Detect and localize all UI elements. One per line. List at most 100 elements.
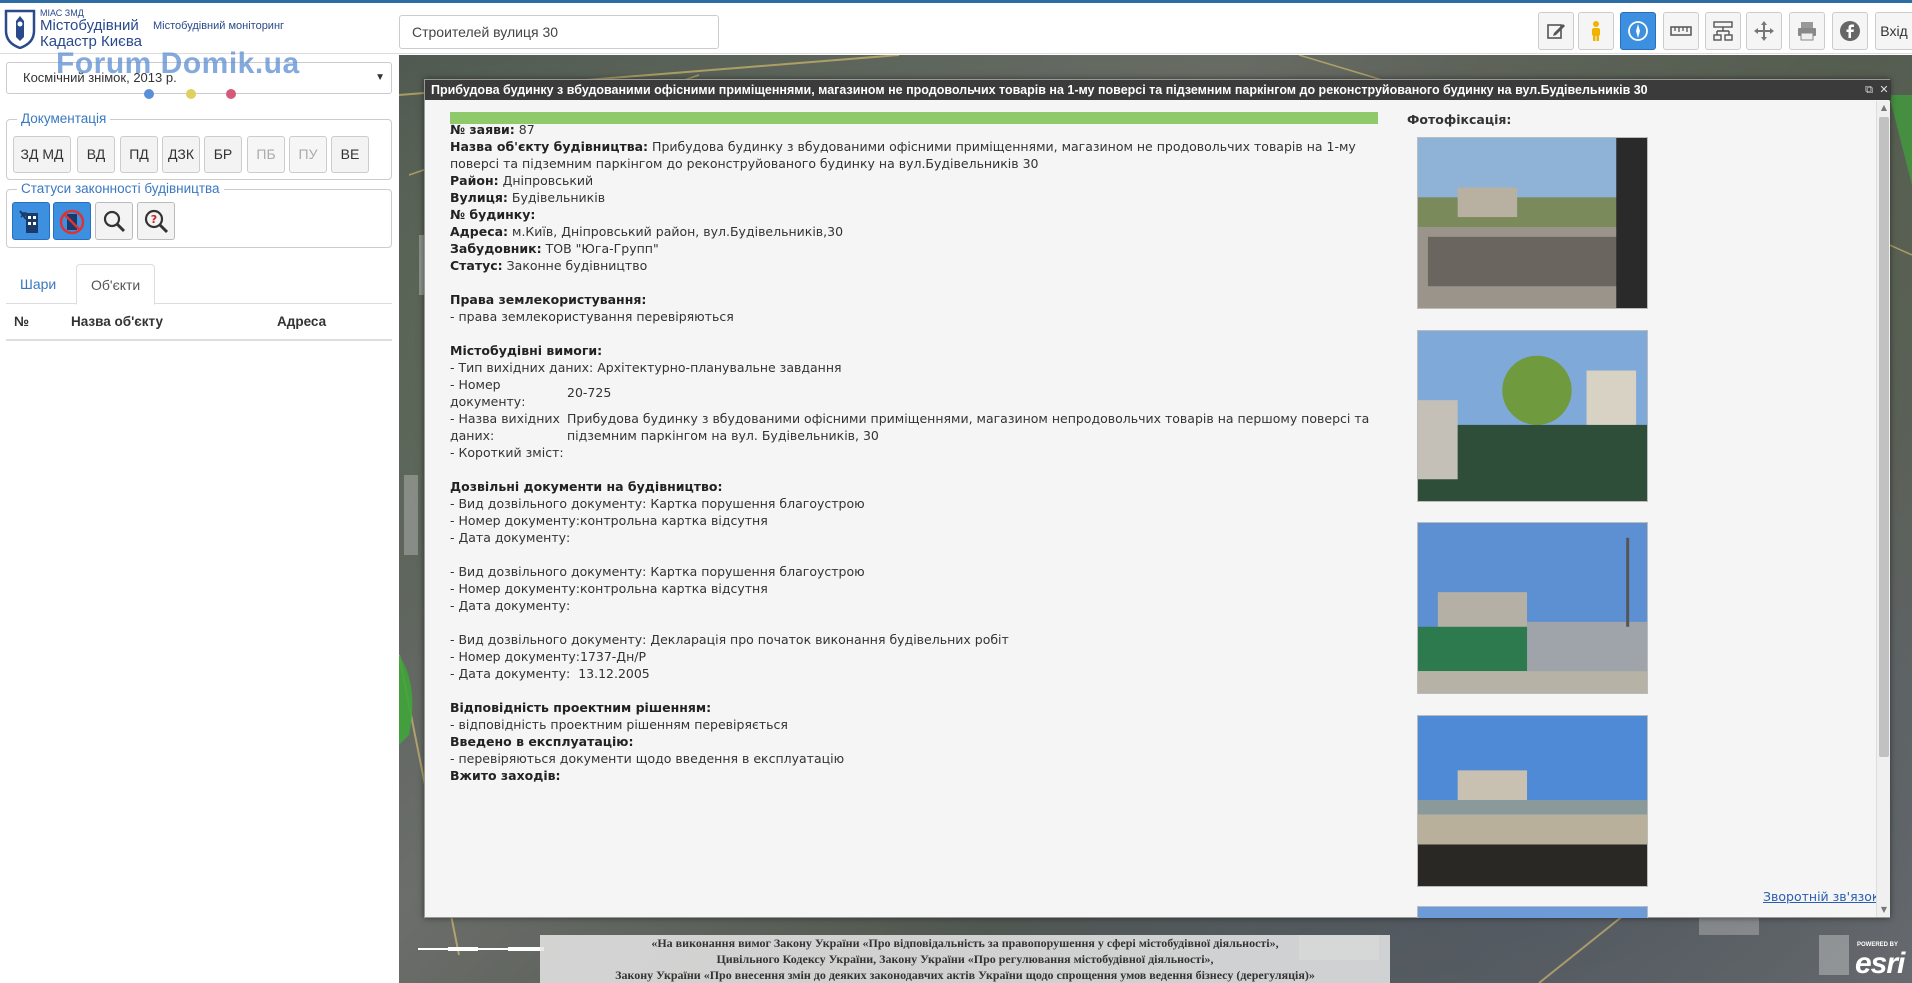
facebook-icon xyxy=(1840,21,1860,41)
district: Дніпровський xyxy=(502,173,594,188)
popup-scrollbar[interactable]: ▲ ▼ xyxy=(1876,101,1890,917)
building-no-label: № будинку: xyxy=(450,207,536,222)
photo-4-image xyxy=(1418,716,1647,886)
urban-req-summary-label: - Короткий зміст: xyxy=(450,445,564,460)
urban-req-docno: 20-725 xyxy=(567,385,612,400)
object-name-label: Назва об'єкту будівництва: xyxy=(450,139,649,154)
photo-3-image xyxy=(1418,523,1647,693)
brand-title-line1: Містобудівний xyxy=(40,17,139,34)
street-view-button[interactable] xyxy=(1578,12,1614,50)
tab-layers[interactable]: Шари xyxy=(6,264,70,305)
developer: ТОВ "Юга-Групп" xyxy=(545,241,659,256)
sidebar-tabs: Шари Об'єкти xyxy=(6,264,392,305)
street-label: Вулиця: xyxy=(450,190,508,205)
permit-2-type: - Вид дозвільного документу: Картка пору… xyxy=(450,564,865,579)
move-icon xyxy=(1754,21,1774,41)
commissioning-heading: Введено в експлуатацію: xyxy=(450,734,634,749)
measures-heading: Вжито заходів: xyxy=(450,768,561,783)
search-icon xyxy=(103,210,126,233)
doc-button-zd-md[interactable]: ЗД МД xyxy=(13,136,71,173)
esri-wordmark: esri xyxy=(1855,947,1905,980)
column-address[interactable]: Адреса xyxy=(277,314,326,329)
street: Будівельників xyxy=(511,190,606,205)
doc-button-pb[interactable]: ПБ xyxy=(247,136,285,173)
sidebar: Космічний знімок, 2013 р. ▼ Forum Domik.… xyxy=(0,47,399,983)
compliance-text: - відповідність проектним рішенням перев… xyxy=(450,717,788,732)
chevron-down-icon: ▼ xyxy=(375,72,385,83)
object-details: № заяви: 87 Назва об'єкту будівництва: П… xyxy=(450,121,1380,784)
commissioning-text: - перевіряються документи щодо введення … xyxy=(450,751,845,766)
header: МІАС ЗМД Містобудівний Кадастр Києва Міс… xyxy=(0,3,1912,54)
help-search-button[interactable]: ? xyxy=(137,202,175,240)
urban-req-type: - Тип вихідних даних: Архітектурно-плану… xyxy=(450,360,842,375)
compass-icon xyxy=(1628,21,1648,41)
edit-button[interactable] xyxy=(1538,12,1574,50)
doc-button-br[interactable]: БР xyxy=(204,136,242,173)
feedback-link[interactable]: Зворотній зв'язок xyxy=(1763,889,1879,904)
measure-button[interactable] xyxy=(1663,12,1699,50)
land-rights-text: - права землекористування перевіряються xyxy=(450,309,734,324)
developer-label: Забудовник: xyxy=(450,241,542,256)
scroll-down-icon[interactable]: ▼ xyxy=(1877,903,1891,917)
urban-requirements-heading: Містобудівні вимоги: xyxy=(450,343,603,358)
status: Законне будівництво xyxy=(506,258,648,273)
permit-3-date: - Дата документу: 13.12.2005 xyxy=(450,666,650,681)
tab-objects[interactable]: Об'єкти xyxy=(76,264,156,305)
objects-table-header: № Назва об'єкту Адреса xyxy=(6,304,392,341)
site-photo-2[interactable] xyxy=(1417,330,1648,502)
object-info-popup: Прибудова будинку з вбудованими офісними… xyxy=(424,79,1891,918)
doc-button-dzk[interactable]: ДЗК xyxy=(162,136,200,173)
popup-title: Прибудова будинку з вбудованими офісними… xyxy=(425,80,1891,100)
permit-2-date: - Дата документу: xyxy=(450,598,571,613)
esri-logo[interactable]: POWERED BY esri xyxy=(1855,942,1910,980)
documentation-legend: Документація xyxy=(17,111,111,126)
legal-notice: «На виконання вимог Закону України «Про … xyxy=(540,935,1390,983)
kyiv-coat-of-arms-logo[interactable] xyxy=(4,9,36,49)
address-label: Адреса: xyxy=(450,224,509,239)
layers-tree-button[interactable] xyxy=(1705,12,1741,50)
scroll-up-icon[interactable]: ▲ xyxy=(1877,101,1891,115)
permit-3-number: - Номер документу:1737-Дн/Р xyxy=(450,649,646,664)
permit-1-date: - Дата документу: xyxy=(450,530,571,545)
application-no: 87 xyxy=(518,122,535,137)
brand-subtitle: Містобудівний моніторинг xyxy=(153,20,285,32)
compliance-heading: Відповідність проектним рішенням: xyxy=(450,700,712,715)
illegal-building-icon xyxy=(59,209,85,235)
documentation-group: Документація ЗД МД ВД ПД ДЗК БР ПБ ПУ ВЕ xyxy=(6,111,392,180)
legal-buildings-toggle[interactable] xyxy=(12,202,50,240)
doc-button-pu[interactable]: ПУ xyxy=(289,136,327,173)
illegal-buildings-toggle[interactable] xyxy=(53,202,91,240)
permit-1-type: - Вид дозвільного документу: Картка пору… xyxy=(450,496,865,511)
urban-req-name-label: - Назва вихідних даних: xyxy=(450,411,560,443)
doc-button-pd[interactable]: ПД xyxy=(120,136,158,173)
site-photo-4[interactable] xyxy=(1417,715,1648,887)
basemap-select[interactable]: Космічний знімок, 2013 р. ▼ xyxy=(6,62,392,94)
urban-req-docno-label: - Номер документу: xyxy=(450,377,526,409)
permits-heading: Дозвільні документи на будівництво: xyxy=(450,479,723,494)
pegman-icon xyxy=(1592,21,1600,41)
permit-2-number: - Номер документу:контрольна картка відс… xyxy=(450,581,768,596)
print-button[interactable] xyxy=(1789,12,1825,50)
column-number[interactable]: № xyxy=(14,314,29,329)
status-label: Статус: xyxy=(450,258,503,273)
site-photo-5[interactable] xyxy=(1417,906,1648,918)
login-button[interactable]: Вхід xyxy=(1875,12,1912,50)
maximize-icon[interactable]: ⧉ xyxy=(1862,83,1876,97)
site-photo-1[interactable] xyxy=(1417,137,1648,309)
column-object-name[interactable]: Назва об'єкту xyxy=(71,314,163,329)
address-search-input[interactable]: Строителей вулиця 30 xyxy=(399,15,719,49)
doc-button-vd[interactable]: ВД xyxy=(77,136,115,173)
search-objects-button[interactable] xyxy=(95,202,133,240)
map-scale-bar xyxy=(418,947,544,951)
site-photo-3[interactable] xyxy=(1417,522,1648,694)
basemap-value: Космічний знімок, 2013 р. xyxy=(23,70,177,85)
doc-button-ve[interactable]: ВЕ xyxy=(331,136,369,173)
legality-status-legend: Статуси законності будівництва xyxy=(17,181,224,196)
navigate-button[interactable] xyxy=(1620,12,1656,50)
close-icon[interactable]: ✕ xyxy=(1877,83,1891,97)
pan-button[interactable] xyxy=(1746,12,1782,50)
permit-1-number: - Номер документу:контрольна картка відс… xyxy=(450,513,768,528)
scrollbar-thumb[interactable] xyxy=(1879,117,1889,757)
edit-icon xyxy=(1547,24,1565,39)
facebook-button[interactable] xyxy=(1832,12,1868,50)
